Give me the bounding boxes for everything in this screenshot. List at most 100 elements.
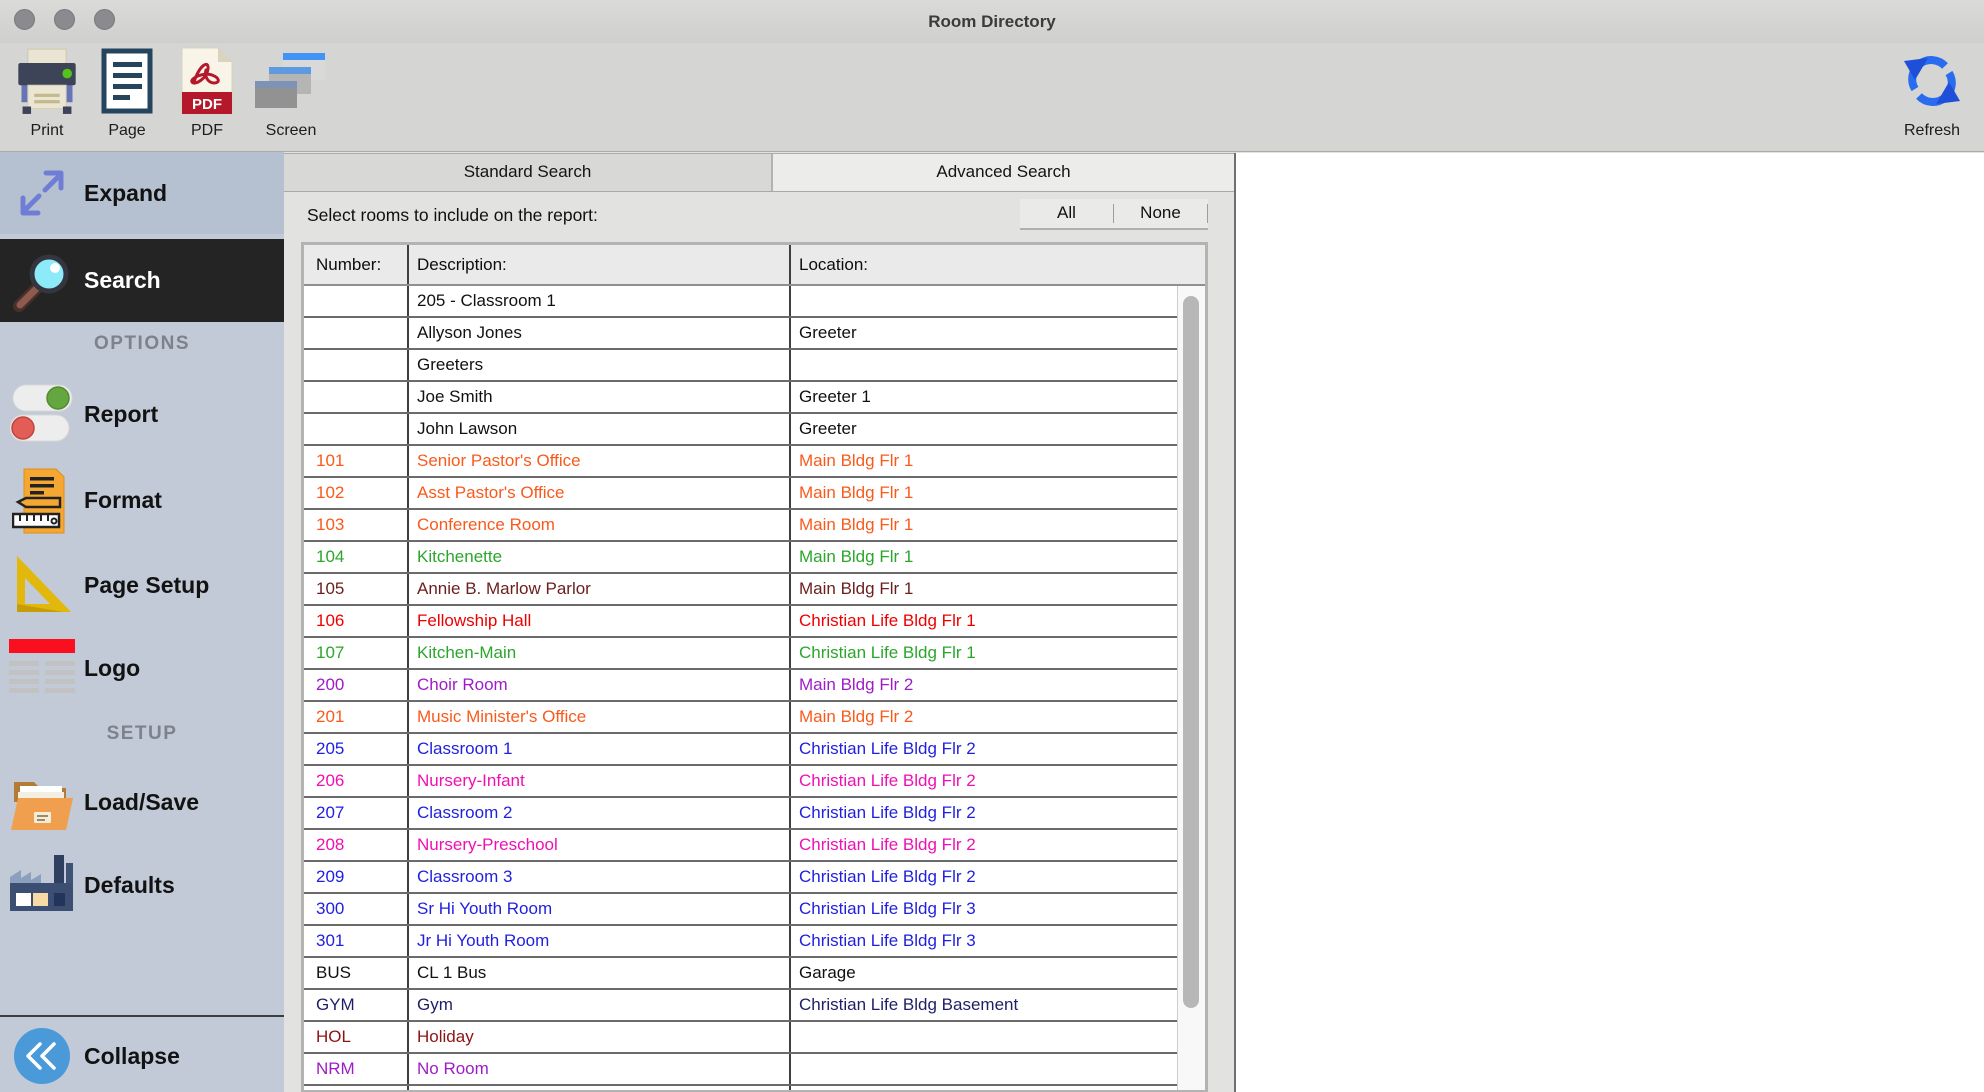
table-row[interactable]: 102Asst Pastor's OfficeMain Bldg Flr 1 [304, 478, 1177, 510]
screen-button[interactable]: Screen [248, 45, 334, 149]
table-row[interactable] [304, 1086, 1177, 1090]
table-row[interactable]: Greeters [304, 350, 1177, 382]
table-row[interactable]: HOLHoliday [304, 1022, 1177, 1054]
table-row[interactable]: 205 - Classroom 1 [304, 286, 1177, 318]
row-description: CL 1 Bus [409, 958, 791, 988]
row-location: Garage [791, 958, 1177, 988]
row-number: BUS [304, 958, 409, 988]
minimize-button[interactable] [54, 9, 75, 30]
sidebar-item-collapse[interactable]: Collapse [0, 1020, 284, 1092]
sidebar-item-report[interactable]: Report [0, 370, 284, 458]
table-row[interactable]: 209Classroom 3Christian Life Bldg Flr 2 [304, 862, 1177, 894]
tab-standard-search[interactable]: Standard Search [284, 154, 773, 191]
table-scrollbar-thumb[interactable] [1183, 296, 1199, 1008]
row-number: GYM [304, 990, 409, 1020]
table-header: Number: Description: Location: [304, 245, 1205, 286]
sidebar-item-page-setup[interactable]: Page Setup [0, 545, 284, 625]
row-number: NRM [304, 1054, 409, 1084]
document-icon [96, 45, 158, 117]
sidebar-section-options: OPTIONS [0, 333, 284, 355]
table-row[interactable]: GYMGymChristian Life Bldg Basement [304, 990, 1177, 1022]
row-location [791, 1054, 1177, 1084]
all-none-segmented-control: All None [1020, 199, 1208, 230]
row-number [304, 286, 409, 316]
row-description: Nursery-Infant [409, 766, 791, 796]
table-row[interactable]: 105Annie B. Marlow ParlorMain Bldg Flr 1 [304, 574, 1177, 606]
row-description: No Room [409, 1054, 791, 1084]
table-row[interactable]: BUSCL 1 BusGarage [304, 958, 1177, 990]
table-body: 205 - Classroom 1Allyson JonesGreeterGre… [304, 286, 1177, 1090]
titlebar: Room Directory [0, 0, 1984, 43]
pdf-button[interactable]: PDF PDF [168, 45, 246, 149]
row-number: 300 [304, 894, 409, 924]
row-number: 101 [304, 446, 409, 476]
table-row[interactable]: 208Nursery-PreschoolChristian Life Bldg … [304, 830, 1177, 862]
sidebar-item-format[interactable]: Format [0, 458, 284, 543]
main-content: Select rooms to include on the report: A… [284, 192, 1234, 1092]
row-description: Greeters [409, 350, 791, 380]
row-description: Nursery-Preschool [409, 830, 791, 860]
row-number: 107 [304, 638, 409, 668]
row-number: 106 [304, 606, 409, 636]
row-number: 102 [304, 478, 409, 508]
row-location [791, 286, 1177, 316]
sidebar-item-defaults[interactable]: Defaults [0, 845, 284, 925]
row-location [791, 350, 1177, 380]
sidebar-item-load-save[interactable]: Load/Save [0, 762, 284, 842]
table-row[interactable]: 206Nursery-InfantChristian Life Bldg Flr… [304, 766, 1177, 798]
table-row[interactable]: 107Kitchen-MainChristian Life Bldg Flr 1 [304, 638, 1177, 670]
sidebar-item-search[interactable]: Search [0, 239, 284, 322]
row-number: 200 [304, 670, 409, 700]
printer-icon [13, 45, 81, 117]
row-number [304, 350, 409, 380]
table-row[interactable]: 205Classroom 1Christian Life Bldg Flr 2 [304, 734, 1177, 766]
table-row[interactable]: 106Fellowship HallChristian Life Bldg Fl… [304, 606, 1177, 638]
table-row[interactable]: Allyson JonesGreeter [304, 318, 1177, 350]
refresh-label: Refresh [1904, 122, 1960, 140]
table-row[interactable]: 201Music Minister's OfficeMain Bldg Flr … [304, 702, 1177, 734]
sidebar-label-logo: Logo [84, 655, 140, 682]
sidebar-item-expand[interactable]: Expand [0, 152, 284, 234]
row-location [791, 1086, 1177, 1090]
table-row[interactable]: 301Jr Hi Youth RoomChristian Life Bldg F… [304, 926, 1177, 958]
search-icon [0, 248, 84, 314]
row-location: Main Bldg Flr 1 [791, 478, 1177, 508]
table-row[interactable]: 103Conference RoomMain Bldg Flr 1 [304, 510, 1177, 542]
table-row[interactable]: 207Classroom 2Christian Life Bldg Flr 2 [304, 798, 1177, 830]
row-number: 207 [304, 798, 409, 828]
row-location: Greeter [791, 318, 1177, 348]
table-scrollbar-track[interactable] [1177, 286, 1205, 1090]
sidebar-item-logo[interactable]: Logo [0, 630, 284, 706]
row-description: Fellowship Hall [409, 606, 791, 636]
tab-advanced-search[interactable]: Advanced Search [773, 154, 1234, 191]
row-location [791, 1022, 1177, 1052]
table-row[interactable]: NRMNo Room [304, 1054, 1177, 1086]
table-row[interactable]: John LawsonGreeter [304, 414, 1177, 446]
row-location: Christian Life Bldg Flr 1 [791, 638, 1177, 668]
table-row[interactable]: 300Sr Hi Youth RoomChristian Life Bldg F… [304, 894, 1177, 926]
zoom-button[interactable] [94, 9, 115, 30]
row-number [304, 318, 409, 348]
page-button[interactable]: Page [88, 45, 166, 149]
none-button[interactable]: None [1114, 199, 1207, 228]
row-location: Main Bldg Flr 1 [791, 574, 1177, 604]
pdf-label: PDF [191, 122, 223, 140]
row-location: Greeter [791, 414, 1177, 444]
print-button[interactable]: Print [8, 45, 86, 149]
all-button[interactable]: All [1020, 199, 1113, 228]
close-button[interactable] [14, 9, 35, 30]
rooms-table: Number: Description: Location: 205 - Cla… [301, 242, 1208, 1092]
refresh-icon [1900, 45, 1964, 117]
row-description: Jr Hi Youth Room [409, 926, 791, 956]
table-row[interactable]: 101Senior Pastor's OfficeMain Bldg Flr 1 [304, 446, 1177, 478]
pdf-file-icon: PDF [180, 45, 234, 117]
table-row[interactable]: Joe SmithGreeter 1 [304, 382, 1177, 414]
row-location: Main Bldg Flr 1 [791, 542, 1177, 572]
table-row[interactable]: 104KitchenetteMain Bldg Flr 1 [304, 542, 1177, 574]
column-header-number: Number: [304, 245, 409, 284]
row-location: Christian Life Bldg Basement [791, 990, 1177, 1020]
refresh-button[interactable]: Refresh [1884, 45, 1980, 149]
format-document-icon [0, 468, 84, 534]
row-number: 104 [304, 542, 409, 572]
table-row[interactable]: 200Choir RoomMain Bldg Flr 2 [304, 670, 1177, 702]
